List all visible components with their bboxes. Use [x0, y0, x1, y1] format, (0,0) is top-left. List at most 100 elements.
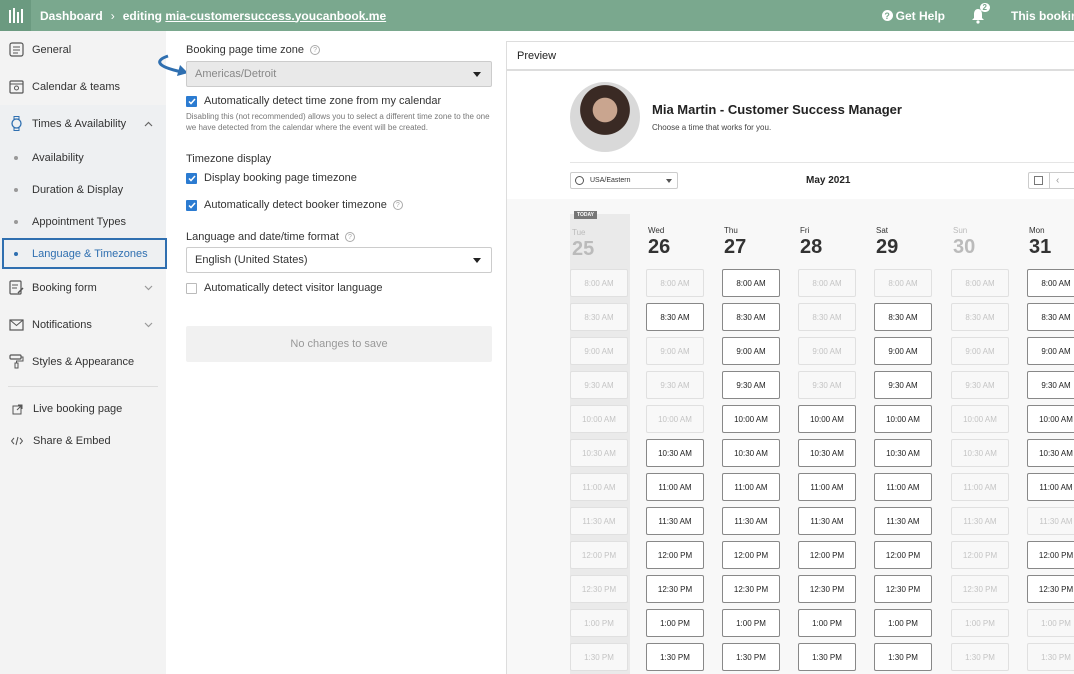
time-slot-button[interactable]: 8:30 AM — [1027, 303, 1074, 331]
sidebar-item-share-embed[interactable]: Share & Embed — [0, 425, 166, 457]
sidebar-item-times[interactable]: Times & Availability — [0, 105, 166, 142]
info-icon[interactable]: ? — [344, 232, 355, 242]
time-slot-unavailable: 9:00 AM — [951, 337, 1009, 365]
auto-visitor-checkbox[interactable] — [186, 282, 197, 294]
time-slot-button[interactable]: 1:30 PM — [646, 643, 704, 671]
time-slot-button[interactable]: 1:00 PM — [722, 609, 780, 637]
time-slot-button[interactable]: 12:00 PM — [722, 541, 780, 569]
time-slot-button[interactable]: 10:00 AM — [874, 405, 932, 433]
sidebar-item-calendar[interactable]: Calendar & teams — [0, 68, 166, 105]
chevron-left-icon[interactable]: ‹ — [1056, 175, 1059, 186]
time-slot-button[interactable]: 11:00 AM — [798, 473, 856, 501]
time-slot-button[interactable]: 9:00 AM — [1027, 337, 1074, 365]
sidebar: General Calendar & teams Times & Availab… — [0, 31, 167, 674]
time-slot-button[interactable]: 10:30 AM — [798, 439, 856, 467]
sidebar-item-label: Booking form — [32, 281, 97, 294]
time-slot-button[interactable]: 1:30 PM — [722, 643, 780, 671]
auto-booker-checkbox[interactable] — [186, 199, 197, 211]
breadcrumb: Dashboard › editing mia-customersuccess.… — [40, 9, 386, 23]
time-slot-unavailable: 8:30 AM — [798, 303, 856, 331]
auto-detect-calendar-row[interactable]: Automatically detect time zone from my c… — [186, 95, 441, 107]
sidebar-sub-appointment-types[interactable]: Appointment Types — [0, 206, 166, 238]
sidebar-item-live-page[interactable]: Live booking page — [0, 393, 166, 425]
sidebar-item-notifications[interactable]: Notifications — [0, 306, 166, 343]
time-slot-button[interactable]: 10:30 AM — [722, 439, 780, 467]
display-tz-checkbox[interactable] — [186, 172, 197, 184]
time-slot-unavailable: 10:30 AM — [570, 439, 628, 467]
dashboard-link[interactable]: Dashboard — [40, 9, 103, 23]
sub-item-label: Duration & Display — [32, 184, 124, 196]
time-slot-button[interactable]: 1:00 PM — [646, 609, 704, 637]
sidebar-item-booking-form[interactable]: Booking form — [0, 269, 166, 306]
time-slot-button[interactable]: 12:30 PM — [646, 575, 704, 603]
time-slot-button[interactable]: 12:00 PM — [1027, 541, 1074, 569]
editing-link[interactable]: mia-customersuccess.youcanbook.me — [165, 9, 386, 23]
time-slot-button[interactable]: 11:00 AM — [874, 473, 932, 501]
time-slot-button[interactable]: 8:00 AM — [722, 269, 780, 297]
time-slot-button[interactable]: 10:30 AM — [646, 439, 704, 467]
app-logo[interactable] — [0, 0, 31, 31]
time-slot-button[interactable]: 10:00 AM — [1027, 405, 1074, 433]
time-slot-button[interactable]: 11:30 AM — [722, 507, 780, 535]
time-slot-button[interactable]: 9:30 AM — [1027, 371, 1074, 399]
sidebar-item-label: Calendar & teams — [32, 80, 121, 93]
auto-visitor-lang-row[interactable]: Automatically detect visitor language — [186, 282, 383, 294]
booking-tz-select[interactable]: Americas/Detroit — [186, 61, 492, 87]
time-slot-button[interactable]: 8:30 AM — [722, 303, 780, 331]
sidebar-sub-language-timezones[interactable]: Language & Timezones — [2, 238, 167, 269]
time-slot-button[interactable]: 10:30 AM — [874, 439, 932, 467]
time-slot-button[interactable]: 11:00 AM — [1027, 473, 1074, 501]
day-name: Wed — [648, 226, 665, 235]
time-slot-button[interactable]: 11:30 AM — [798, 507, 856, 535]
time-slot-button[interactable]: 12:30 PM — [722, 575, 780, 603]
auto-detect-checkbox[interactable] — [186, 95, 197, 107]
display-tz-row[interactable]: Display booking page timezone — [186, 172, 357, 184]
time-slot-button[interactable]: 1:00 PM — [874, 609, 932, 637]
time-slot-button[interactable]: 8:00 AM — [1027, 269, 1074, 297]
time-slot-button[interactable]: 11:30 AM — [874, 507, 932, 535]
language-select[interactable]: English (United States) — [186, 247, 492, 273]
sidebar-sub-duration[interactable]: Duration & Display — [0, 174, 166, 206]
sidebar-item-label: Times & Availability — [32, 117, 127, 130]
time-slot-button[interactable]: 11:30 AM — [646, 507, 704, 535]
sidebar-sub-availability[interactable]: Availability — [0, 142, 166, 174]
sidebar-item-general[interactable]: General — [0, 31, 166, 68]
time-slot-button[interactable]: 1:00 PM — [798, 609, 856, 637]
chevron-up-icon[interactable] — [144, 118, 153, 130]
time-slot-button[interactable]: 12:30 PM — [798, 575, 856, 603]
time-slot-button[interactable]: 11:00 AM — [646, 473, 704, 501]
time-slot-button[interactable]: 10:00 AM — [722, 405, 780, 433]
calendar-icon[interactable] — [1034, 176, 1043, 185]
time-slot-button[interactable]: 8:30 AM — [874, 303, 932, 331]
time-slot-button[interactable]: 9:30 AM — [874, 371, 932, 399]
chevron-down-icon[interactable] — [144, 282, 153, 294]
auto-booker-tz-row[interactable]: Automatically detect booker timezone ? — [186, 199, 403, 211]
time-slot-button[interactable]: 12:00 PM — [646, 541, 704, 569]
time-slot-button[interactable]: 10:00 AM — [798, 405, 856, 433]
notifications-button[interactable]: 2 — [971, 2, 990, 24]
time-slot-button[interactable]: 10:30 AM — [1027, 439, 1074, 467]
sidebar-item-label: General — [32, 43, 72, 56]
time-slot-button[interactable]: 9:00 AM — [874, 337, 932, 365]
preview-panel: Preview Mia Martin - Customer Success Ma… — [506, 41, 1074, 674]
save-button[interactable]: No changes to save — [186, 326, 492, 362]
info-icon[interactable]: ? — [310, 45, 321, 55]
time-slot-button[interactable]: 9:00 AM — [722, 337, 780, 365]
time-slot-button[interactable]: 1:30 PM — [798, 643, 856, 671]
time-slot-button[interactable]: 8:30 AM — [646, 303, 704, 331]
time-slot-button[interactable]: 1:30 PM — [874, 643, 932, 671]
time-slot-button[interactable]: 11:00 AM — [722, 473, 780, 501]
time-slot-button[interactable]: 12:00 PM — [874, 541, 932, 569]
time-slot-button[interactable]: 12:30 PM — [874, 575, 932, 603]
time-slot-button[interactable]: 9:30 AM — [722, 371, 780, 399]
time-slot-button[interactable]: 12:30 PM — [1027, 575, 1074, 603]
time-slot-button[interactable]: 12:00 PM — [798, 541, 856, 569]
chevron-down-icon[interactable] — [144, 319, 153, 331]
booking-page-menu[interactable]: This booking page — [1011, 9, 1074, 23]
time-slot-unavailable: 10:30 AM — [951, 439, 1009, 467]
sidebar-item-styles[interactable]: Styles & Appearance — [0, 343, 166, 380]
info-icon[interactable]: ? — [392, 200, 403, 210]
preview-tz-select[interactable]: USA/Eastern — [570, 172, 678, 189]
code-icon — [11, 436, 23, 446]
get-help-button[interactable]: ? Get Help — [881, 9, 945, 23]
